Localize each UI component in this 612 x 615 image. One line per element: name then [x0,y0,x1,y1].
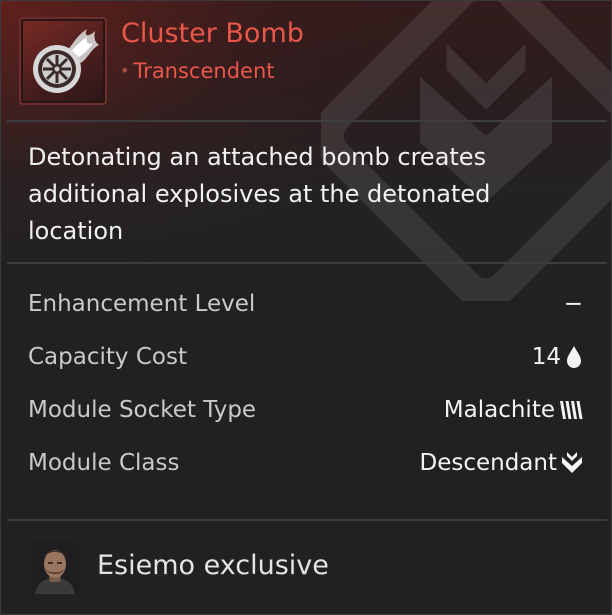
module-name: Cluster Bomb [121,18,304,49]
stat-row-socket-type: Module Socket Type Malachite [1,387,611,440]
wheel-flame-module-icon [19,17,107,105]
header-divider [7,120,607,122]
stat-value: − [564,287,583,321]
stat-value: 14 [532,340,583,374]
stat-row-enhancement-level: Enhancement Level − [1,281,611,334]
stat-label: Module Class [28,450,180,476]
exclusive-footer: Esiemo exclusive [1,521,611,614]
module-class-value: Descendant [419,450,557,476]
stat-label: Enhancement Level [28,291,256,317]
droplet-icon [567,346,581,368]
capacity-cost-value: 14 [531,344,561,370]
tooltip-header: Cluster Bomb • Transcendent [1,1,611,121]
stat-value: Descendant [419,446,583,480]
descendant-class-icon [562,452,582,473]
rarity-label: Transcendent [133,59,275,83]
esiemo-portrait-avatar [31,542,79,594]
stat-value: Malachite [444,393,583,427]
rarity-bullet-icon: • [120,61,130,80]
stat-row-module-class: Module Class Descendant [1,440,611,493]
socket-type-value: Malachite [443,397,555,423]
malachite-socket-icon [560,401,583,419]
stat-label: Module Socket Type [28,397,257,423]
description-divider [7,262,607,264]
enhancement-level-value: − [563,291,583,317]
stats-list: Enhancement Level − Capacity Cost 14 Mod… [1,281,611,493]
module-description: Detonating an attached bomb creates addi… [28,143,491,245]
exclusive-label: Esiemo exclusive [97,550,329,581]
stat-label: Capacity Cost [28,344,187,370]
module-rarity: • Transcendent [120,57,275,87]
stat-row-capacity-cost: Capacity Cost 14 [1,334,611,387]
module-tooltip: Cluster Bomb • Transcendent Detonating an… [0,0,612,615]
